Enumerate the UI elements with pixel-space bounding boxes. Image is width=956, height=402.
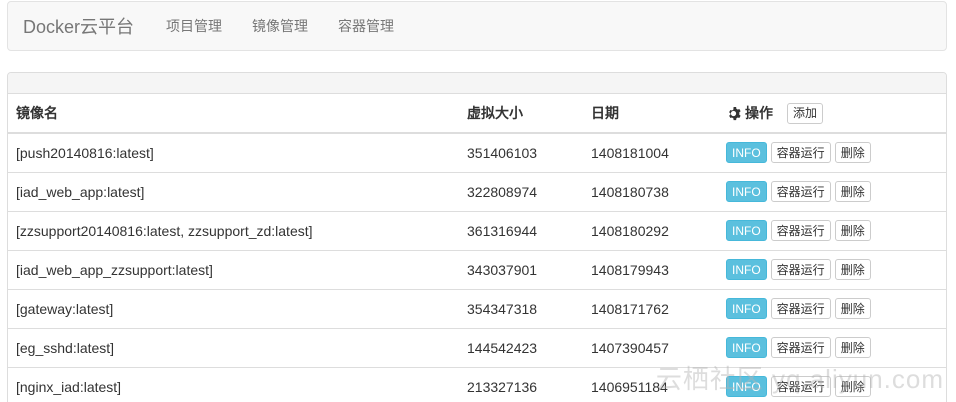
col-header-operations: 操作 添加 bbox=[718, 94, 946, 134]
info-button[interactable]: INFO bbox=[726, 337, 767, 358]
panel-heading bbox=[8, 73, 946, 94]
table-row: [eg_sshd:latest] 144542423 1407390457 INFO 容… bbox=[8, 327, 946, 367]
delete-button[interactable]: 删除 bbox=[834, 181, 871, 202]
run-container-button[interactable]: 容器运行 bbox=[770, 142, 831, 164]
table-row: [push20140816:latest] 351406103 1408181004… bbox=[8, 133, 946, 172]
run-container-button[interactable]: 容器运行 bbox=[770, 220, 831, 241]
add-image-button[interactable]: 添加 bbox=[787, 102, 824, 124]
virtual-size-cell: 354347318 bbox=[459, 288, 583, 328]
virtual-size-cell: 322808974 bbox=[459, 171, 583, 211]
operations-cell: INFO 容器运行 删除 bbox=[718, 327, 946, 367]
date-cell: 1406951184 bbox=[583, 366, 718, 402]
run-container-button[interactable]: 容器运行 bbox=[770, 259, 831, 280]
table-row: [gateway:latest] 354347318 1408171762 INFO 容… bbox=[8, 288, 946, 328]
table-row: [nginx_iad:latest] 213327136 1406951184 INF… bbox=[8, 366, 946, 402]
date-cell: 1408180738 bbox=[583, 171, 718, 211]
operations-cell: INFO 容器运行 删除 bbox=[718, 210, 946, 250]
run-container-button[interactable]: 容器运行 bbox=[770, 337, 831, 358]
info-button[interactable]: INFO bbox=[726, 259, 767, 280]
info-button[interactable]: INFO bbox=[726, 181, 767, 202]
info-button[interactable]: INFO bbox=[726, 298, 767, 319]
operations-cell: INFO 容器运行 删除 bbox=[718, 288, 946, 328]
image-name-cell: [iad_web_app_zzsupport:latest] bbox=[8, 249, 459, 289]
run-container-button[interactable]: 容器运行 bbox=[770, 181, 831, 202]
nav-image-management[interactable]: 镜像管理 bbox=[252, 16, 308, 36]
delete-button[interactable]: 删除 bbox=[834, 376, 871, 398]
delete-button[interactable]: 删除 bbox=[834, 259, 871, 280]
virtual-size-cell: 361316944 bbox=[459, 210, 583, 250]
operations-cell: INFO 容器运行 删除 bbox=[718, 366, 946, 402]
image-name-cell: [nginx_iad:latest] bbox=[8, 366, 459, 402]
top-navbar: Docker云平台 项目管理 镜像管理 容器管理 bbox=[7, 1, 947, 51]
image-name-cell: [zzsupport20140816:latest, zzsupport_zd:… bbox=[8, 210, 459, 250]
operations-cell: INFO 容器运行 删除 bbox=[718, 249, 946, 289]
images-panel: 镜像名 虚拟大小 日期 操作 添加 [push20140816:latest] … bbox=[7, 72, 947, 402]
operations-label: 操作 bbox=[745, 105, 773, 121]
col-header-image-name: 镜像名 bbox=[8, 94, 459, 134]
date-cell: 1407390457 bbox=[583, 327, 718, 367]
table-row: [iad_web_app_zzsupport:latest] 343037901 1… bbox=[8, 249, 946, 289]
col-header-virtual-size: 虚拟大小 bbox=[459, 94, 583, 134]
table-row: [zzsupport20140816:latest, zzsupport_zd:… bbox=[8, 210, 946, 250]
image-name-cell: [gateway:latest] bbox=[8, 288, 459, 328]
col-header-date: 日期 bbox=[583, 94, 718, 134]
virtual-size-cell: 144542423 bbox=[459, 327, 583, 367]
images-table: 镜像名 虚拟大小 日期 操作 添加 [push20140816:latest] … bbox=[8, 94, 946, 402]
date-cell: 1408179943 bbox=[583, 249, 718, 289]
date-cell: 1408171762 bbox=[583, 288, 718, 328]
operations-cell: INFO 容器运行 删除 bbox=[718, 133, 946, 172]
info-button[interactable]: INFO bbox=[726, 376, 767, 398]
table-header-row: 镜像名 虚拟大小 日期 操作 添加 bbox=[8, 94, 946, 134]
date-cell: 1408181004 bbox=[591, 144, 669, 161]
info-button[interactable]: INFO bbox=[726, 142, 767, 164]
nav-container-management[interactable]: 容器管理 bbox=[338, 16, 394, 36]
delete-button[interactable]: 删除 bbox=[834, 220, 871, 241]
virtual-size-cell: 343037901 bbox=[459, 249, 583, 289]
date-cell: 1408180292 bbox=[583, 210, 718, 250]
run-container-button[interactable]: 容器运行 bbox=[770, 376, 831, 398]
virtual-size-cell: 351406103 bbox=[467, 144, 538, 161]
table-row: [iad_web_app:latest] 322808974 1408180738 I… bbox=[8, 171, 946, 211]
gear-icon bbox=[726, 106, 741, 121]
image-name-cell: [push20140816:latest] bbox=[16, 144, 154, 161]
info-button[interactable]: INFO bbox=[726, 220, 767, 241]
brand-link[interactable]: Docker云平台 bbox=[23, 13, 134, 39]
operations-cell: INFO 容器运行 删除 bbox=[718, 171, 946, 211]
nav-project-management[interactable]: 项目管理 bbox=[166, 16, 222, 36]
delete-button[interactable]: 删除 bbox=[834, 298, 871, 319]
virtual-size-cell: 213327136 bbox=[459, 366, 583, 402]
image-name-cell: [iad_web_app:latest] bbox=[8, 171, 459, 211]
delete-button[interactable]: 删除 bbox=[834, 142, 871, 164]
image-name-cell: [eg_sshd:latest] bbox=[8, 327, 459, 367]
delete-button[interactable]: 删除 bbox=[834, 337, 871, 358]
run-container-button[interactable]: 容器运行 bbox=[770, 298, 831, 319]
